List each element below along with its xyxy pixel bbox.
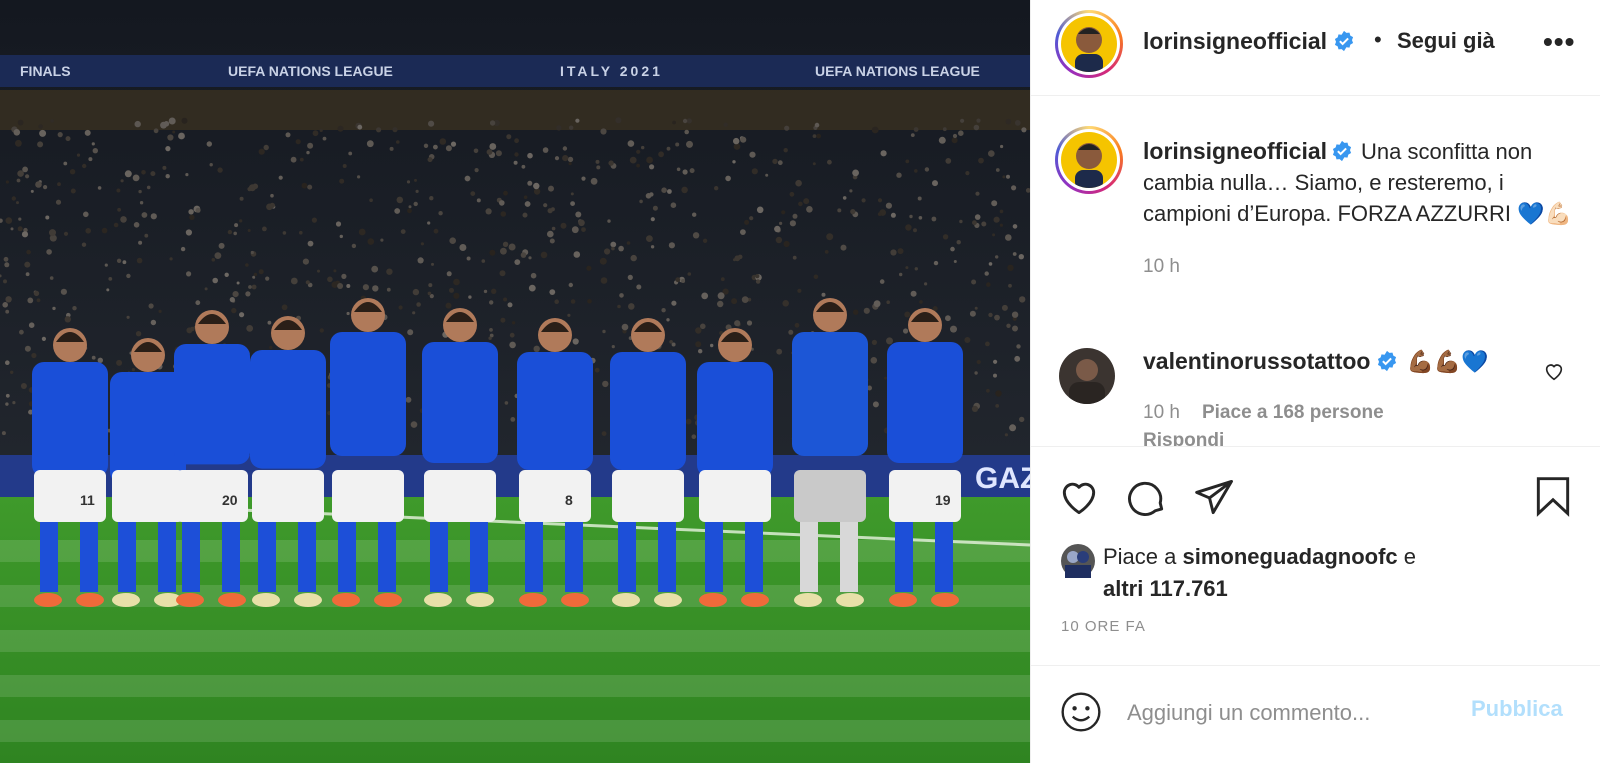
like-heart-icon[interactable] (1057, 475, 1101, 519)
comment-like-heart-icon[interactable] (1543, 360, 1565, 382)
banner-text: UEFA NATIONS LEAGUE (228, 63, 393, 79)
team-photo-illustration: FINALS UEFA NATIONS LEAGUE ITALY 2021 UEFA … (0, 0, 1030, 763)
comment-input[interactable] (1125, 692, 1469, 734)
share-send-icon[interactable] (1193, 475, 1237, 519)
caption-username[interactable]: lorinsigneofficial (1143, 138, 1327, 164)
banner-text: ITALY 2021 (560, 63, 663, 79)
comment-meta: 10 h Piace a 168 persone (1143, 402, 1384, 424)
reply-button[interactable]: Rispondi (1143, 430, 1224, 446)
comment: valentinorussotattoo 💪🏾💪🏾💙 (1143, 348, 1563, 375)
likes-conj: e (1403, 544, 1417, 569)
post-photo[interactable]: FINALS UEFA NATIONS LEAGUE ITALY 2021 UEFA … (0, 0, 1030, 763)
publish-button[interactable]: Pubblica (1471, 696, 1563, 722)
caption-time[interactable]: 10 h (1143, 251, 1573, 282)
comments-list[interactable]: lorinsigneofficial Una sconfitta non camb… (1031, 96, 1600, 446)
banner-text: FINALS (20, 63, 71, 79)
post-date[interactable]: 10 ORE FA (1061, 618, 1146, 635)
jersey-number: 11 (80, 492, 95, 508)
likes-count-link[interactable]: altri 117.761 (1103, 576, 1228, 601)
save-bookmark-icon[interactable] (1531, 475, 1575, 519)
liker-username[interactable]: simoneguadagnoofc (1183, 544, 1398, 569)
follow-status-button[interactable]: Segui già (1397, 28, 1495, 54)
liker-avatar[interactable] (1061, 544, 1095, 578)
instagram-post: FINALS UEFA NATIONS LEAGUE ITALY 2021 UEFA … (0, 0, 1600, 763)
comment-username[interactable]: valentinorussotattoo (1143, 348, 1370, 374)
post-actions: Piace a simoneguadagnoofc e altri 117.76… (1031, 446, 1600, 665)
comment-likes-link[interactable]: Piace a 168 persone (1202, 402, 1384, 423)
verified-badge-icon (1378, 350, 1397, 372)
banner-text: UEFA NATIONS LEAGUE (815, 63, 980, 79)
likes-prefix: Piace a (1103, 544, 1177, 569)
caption-avatar[interactable] (1055, 126, 1123, 194)
comment-bubble-icon[interactable] (1125, 475, 1169, 519)
post-header: lorinsigneofficial • Segui già ••• (1031, 0, 1600, 96)
verified-badge-icon (1332, 140, 1352, 162)
comment-text: 💪🏾💪🏾💙 (1406, 349, 1489, 374)
emoji-picker-icon[interactable] (1059, 690, 1103, 734)
author-avatar[interactable] (1055, 10, 1123, 78)
jersey-number: 8 (565, 492, 573, 508)
ad-board-text: GAZ (975, 462, 1030, 495)
verified-badge-icon (1334, 30, 1354, 52)
author-username[interactable]: lorinsigneofficial (1143, 28, 1327, 54)
add-comment-bar: Pubblica (1031, 665, 1600, 763)
comment-time[interactable]: 10 h (1143, 402, 1180, 423)
separator-dot: • (1374, 27, 1382, 52)
jersey-number: 20 (222, 492, 238, 508)
more-options-icon[interactable]: ••• (1543, 26, 1575, 58)
commenter-avatar[interactable] (1059, 348, 1115, 404)
post-sidebar: lorinsigneofficial • Segui già ••• lorin… (1030, 0, 1600, 763)
caption: lorinsigneofficial Una sconfitta non camb… (1143, 136, 1573, 282)
jersey-number: 19 (935, 492, 951, 508)
